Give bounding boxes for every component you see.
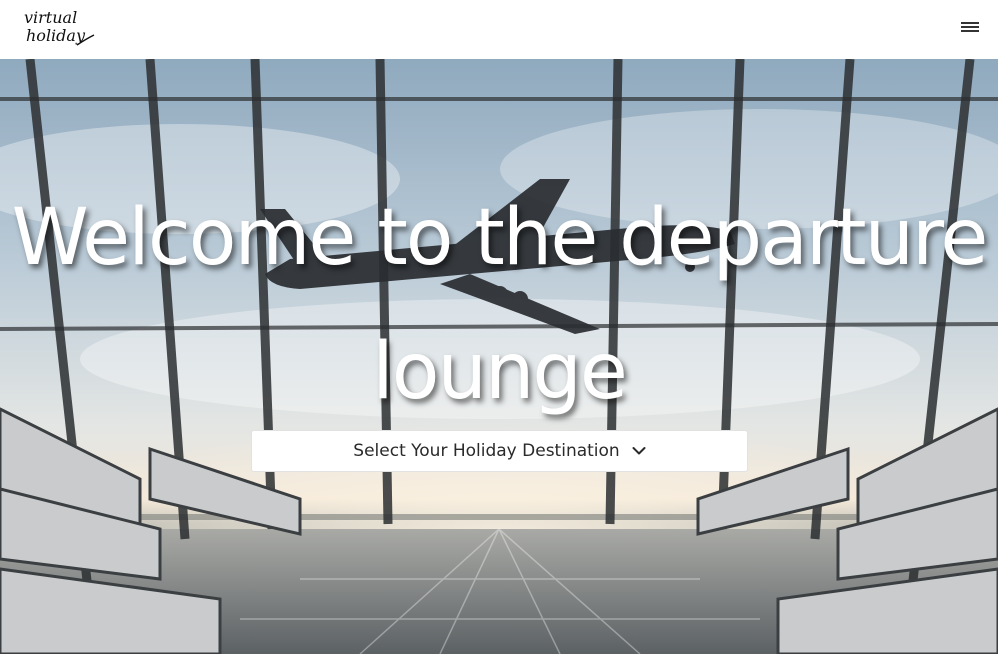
hamburger-menu-icon[interactable]: [961, 20, 979, 34]
site-logo[interactable]: virtual holiday: [22, 5, 96, 49]
svg-text:holiday: holiday: [26, 26, 86, 45]
site-header: virtual holiday: [0, 0, 998, 59]
page: virtual holiday Welcome to the departure…: [0, 0, 998, 654]
chevron-down-icon: [632, 446, 646, 456]
menu-line: [961, 30, 979, 32]
hero-title: Welcome to the departure lounge: [11, 193, 989, 417]
logo-script-icon: virtual holiday: [24, 8, 95, 46]
destination-select-value: Select Your Holiday Destination: [353, 441, 620, 461]
menu-line: [961, 26, 979, 28]
destination-select[interactable]: Select Your Holiday Destination: [251, 430, 748, 472]
svg-text:virtual: virtual: [24, 8, 77, 27]
menu-line: [961, 22, 979, 24]
hero-section: Welcome to the departure lounge Select Y…: [0, 59, 998, 654]
